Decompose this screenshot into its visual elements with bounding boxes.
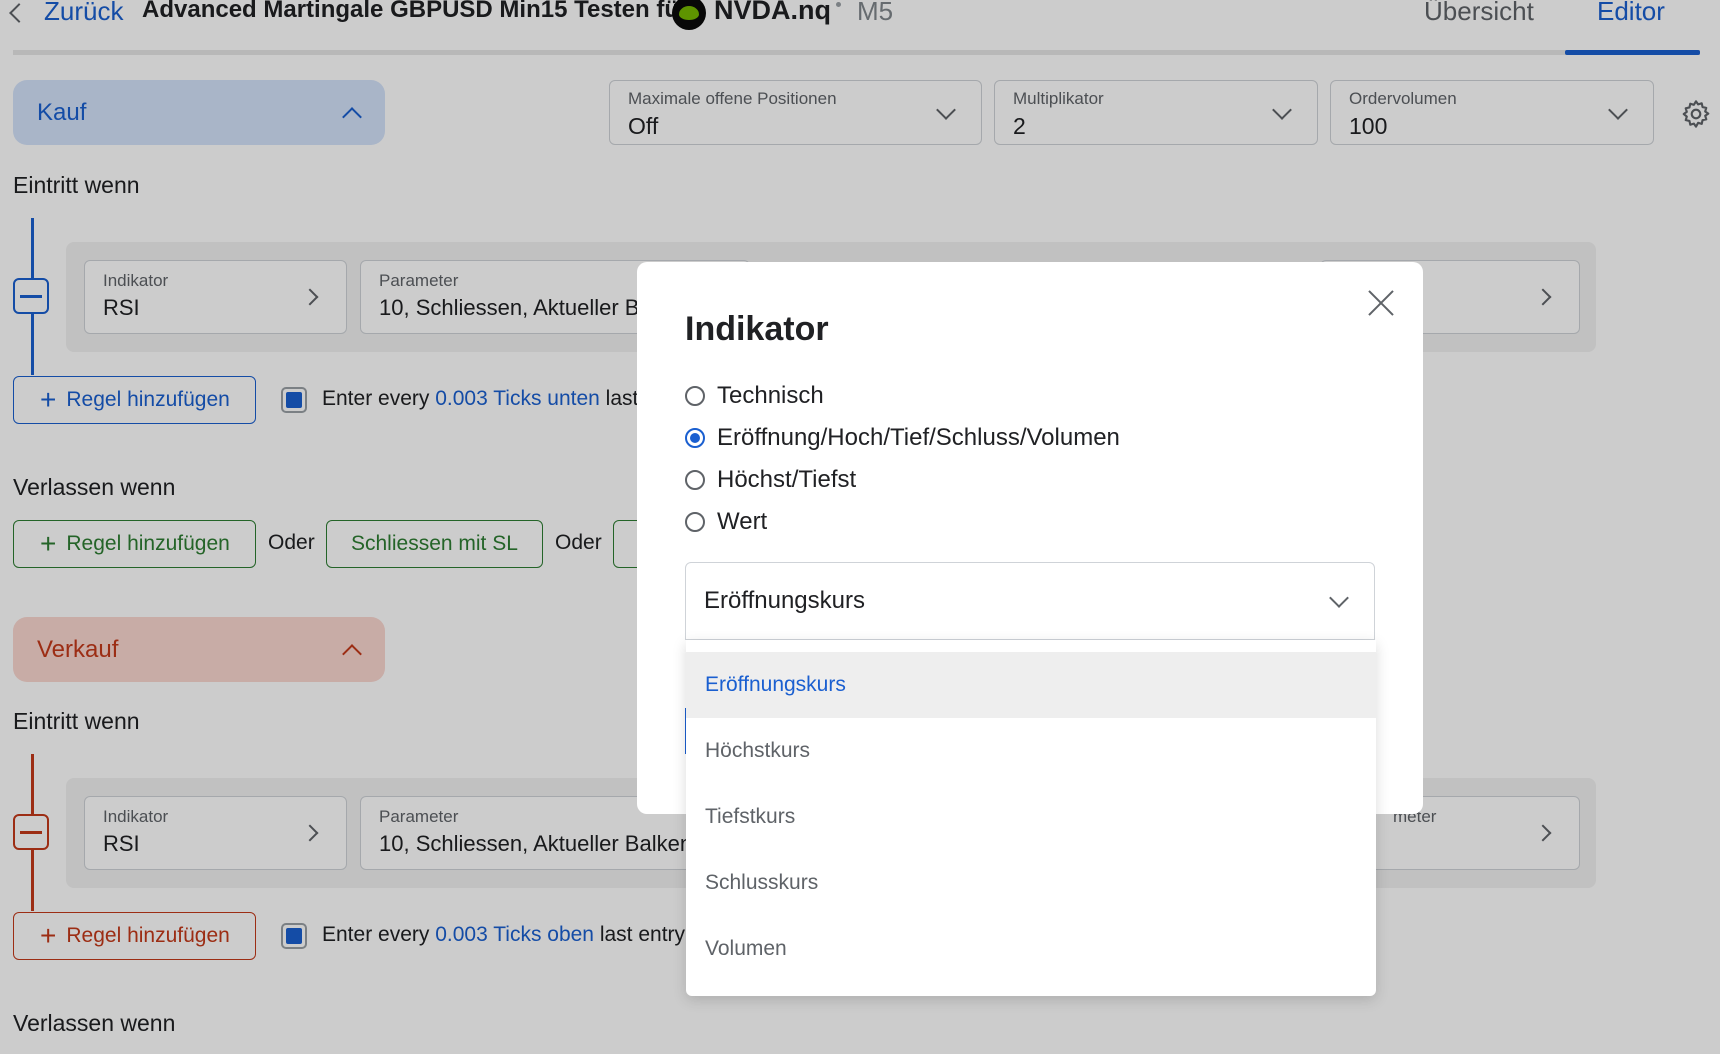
dropdown-item-high[interactable]: Höchstkurs — [686, 718, 1376, 784]
radio-icon[interactable] — [685, 512, 705, 532]
price-type-value: Eröffnungskurs — [704, 587, 865, 614]
radio-label: Wert — [717, 508, 768, 535]
close-icon[interactable] — [1364, 286, 1398, 320]
radio-icon[interactable] — [685, 470, 705, 490]
radio-label: Höchst/Tiefst — [717, 466, 857, 493]
radio-option-value[interactable]: Wert — [685, 508, 767, 536]
dropdown-item-low[interactable]: Tiefstkurs — [686, 784, 1376, 850]
chevron-down-icon — [1329, 588, 1349, 608]
dropdown-item-volume[interactable]: Volumen — [686, 916, 1376, 982]
radio-option-high-low[interactable]: Höchst/Tiefst — [685, 466, 856, 494]
radio-icon[interactable] — [685, 386, 705, 406]
dropdown-item-open[interactable]: Eröffnungskurs — [686, 652, 1376, 718]
modal-title: Indikator — [685, 310, 829, 348]
radio-label: Eröffnung/Hoch/Tief/Schluss/Volumen — [717, 424, 1120, 451]
radio-option-technical[interactable]: Technisch — [685, 382, 824, 410]
radio-option-ohlcv[interactable]: Eröffnung/Hoch/Tief/Schluss/Volumen — [685, 424, 1120, 452]
price-type-dropdown-list: Eröffnungskurs Höchstkurs Tiefstkurs Sch… — [686, 640, 1376, 996]
radio-label: Technisch — [717, 382, 824, 409]
dropdown-item-close[interactable]: Schlusskurs — [686, 850, 1376, 916]
radio-checked-icon[interactable] — [685, 428, 705, 448]
price-type-select[interactable]: Eröffnungskurs — [685, 562, 1375, 640]
